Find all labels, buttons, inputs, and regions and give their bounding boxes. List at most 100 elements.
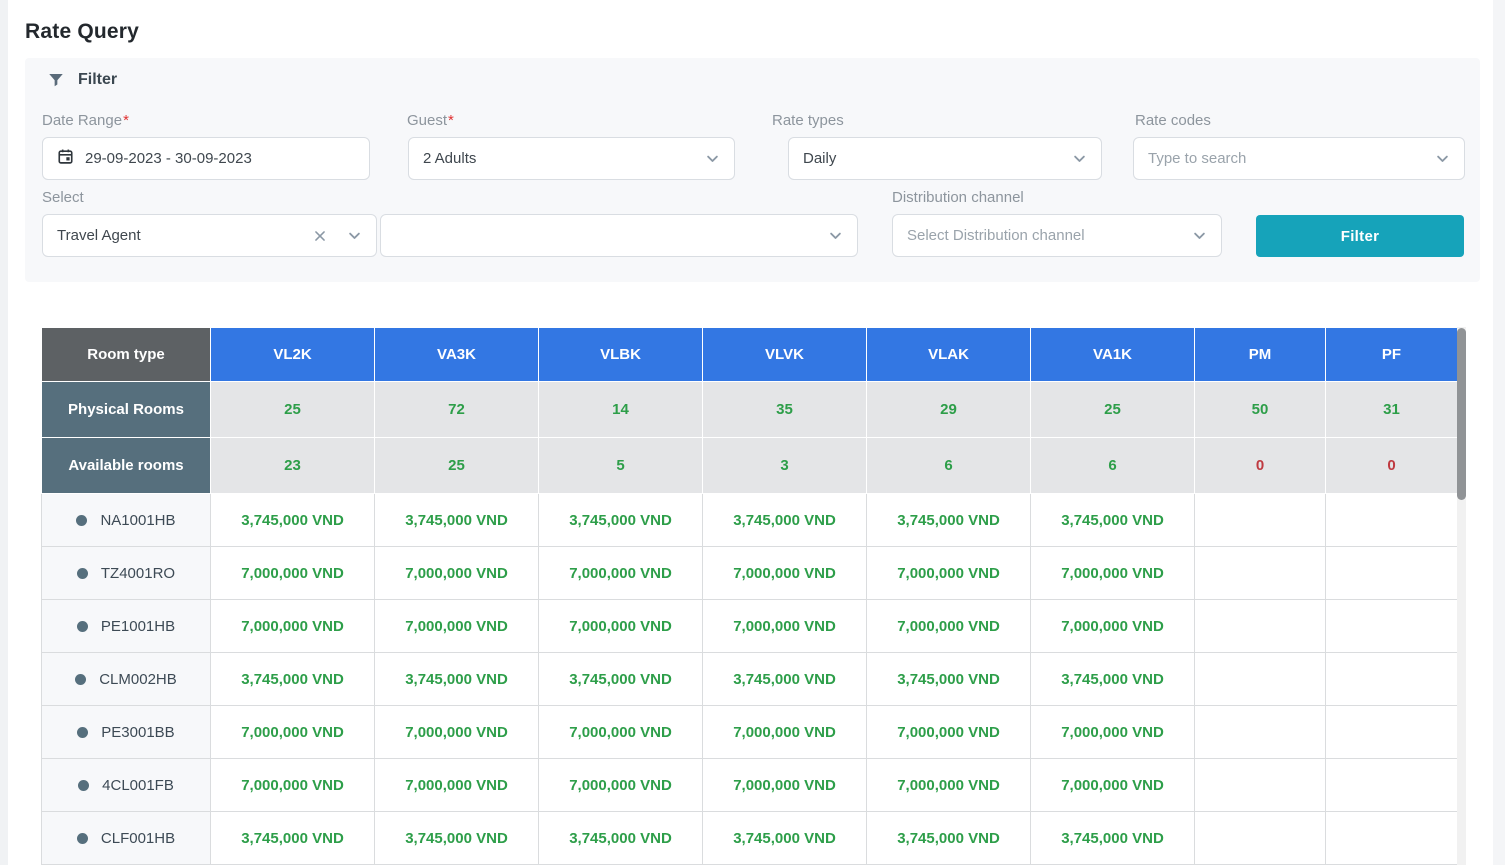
date-range-value: 29-09-2023 - 30-09-2023 (85, 150, 252, 167)
rate-price-cell: 7,000,000 VND (375, 759, 539, 812)
guest-value: 2 Adults (423, 150, 476, 167)
rate-price-cell (1195, 494, 1326, 547)
filter-button[interactable]: Filter (1256, 215, 1464, 257)
rate-code-label: NA1001HB (100, 512, 175, 529)
table-row: NA1001HB3,745,000 VND3,745,000 VND3,745,… (42, 494, 1458, 547)
rate-price-cell: 7,000,000 VND (703, 600, 867, 653)
room-count-cell: 0 (1326, 438, 1458, 494)
rate-price-cell: 3,745,000 VND (1031, 812, 1195, 865)
agent-type-value: Travel Agent (57, 227, 141, 244)
rate-codes-combobox[interactable] (1133, 137, 1465, 180)
rate-price-cell: 7,000,000 VND (867, 547, 1031, 600)
table-row: CLM002HB3,745,000 VND3,745,000 VND3,745,… (42, 653, 1458, 706)
room-count-cell: 6 (867, 438, 1031, 494)
rate-price-cell (1326, 494, 1458, 547)
column-header-vlak: VLAK (867, 328, 1031, 382)
rate-code-clf001hb[interactable]: CLF001HB (42, 812, 211, 865)
rate-code-4cl001fb[interactable]: 4CL001FB (42, 759, 211, 812)
available-rooms-label: Available rooms (42, 438, 211, 494)
rate-price-cell: 3,745,000 VND (867, 494, 1031, 547)
table-scrollbar[interactable] (1457, 327, 1466, 865)
rate-code-label: CLM002HB (99, 671, 177, 688)
rate-price-cell: 7,000,000 VND (211, 547, 375, 600)
rate-codes-search-input[interactable] (1148, 138, 1423, 179)
rate-price-cell: 7,000,000 VND (375, 706, 539, 759)
filter-funnel-icon (47, 71, 65, 89)
rate-price-cell: 7,000,000 VND (1031, 706, 1195, 759)
rate-price-cell: 3,745,000 VND (1031, 494, 1195, 547)
rate-price-cell: 7,000,000 VND (375, 547, 539, 600)
rate-price-cell: 3,745,000 VND (867, 653, 1031, 706)
filter-panel: Filter Date Range* 29-09-2023 - 30-09-20… (25, 58, 1480, 282)
rate-price-cell (1326, 759, 1458, 812)
rate-price-cell: 7,000,000 VND (1031, 759, 1195, 812)
rate-code-clm002hb[interactable]: CLM002HB (42, 653, 211, 706)
table-scrollbar-thumb[interactable] (1457, 328, 1466, 500)
chevron-down-icon (828, 228, 843, 243)
rate-price-cell: 7,000,000 VND (539, 759, 703, 812)
rate-row-dot-icon (77, 833, 88, 844)
agent-type-select[interactable]: Travel Agent (42, 214, 377, 257)
physical-rooms-label: Physical Rooms (42, 382, 211, 438)
column-header-pf: PF (1326, 328, 1458, 382)
chevron-down-icon (347, 228, 362, 243)
chevron-down-icon (1072, 151, 1087, 166)
room-count-cell: 29 (867, 382, 1031, 438)
rate-price-cell: 7,000,000 VND (539, 547, 703, 600)
secondary-select[interactable] (380, 214, 858, 257)
rate-codes-label: Rate codes (1135, 112, 1211, 129)
rate-row-dot-icon (77, 621, 88, 632)
table-row: Physical Rooms2572143529255031 (42, 382, 1458, 438)
page-left-edge (0, 0, 8, 865)
room-count-cell: 35 (703, 382, 867, 438)
column-header-vlvk: VLVK (703, 328, 867, 382)
rate-types-value: Daily (803, 150, 836, 167)
column-header-va3k: VA3K (375, 328, 539, 382)
room-count-cell: 31 (1326, 382, 1458, 438)
rate-code-pe3001bb[interactable]: PE3001BB (42, 706, 211, 759)
rate-code-tz4001ro[interactable]: TZ4001RO (42, 547, 211, 600)
date-range-field[interactable]: 29-09-2023 - 30-09-2023 (42, 137, 370, 180)
rate-price-cell: 7,000,000 VND (211, 706, 375, 759)
rate-code-label: 4CL001FB (102, 777, 174, 794)
rate-price-cell: 7,000,000 VND (1031, 547, 1195, 600)
room-count-cell: 6 (1031, 438, 1195, 494)
guest-select[interactable]: 2 Adults (408, 137, 735, 180)
rate-price-cell: 7,000,000 VND (1031, 600, 1195, 653)
rate-code-na1001hb[interactable]: NA1001HB (42, 494, 211, 547)
rate-price-cell: 3,745,000 VND (211, 653, 375, 706)
rate-price-cell: 7,000,000 VND (375, 600, 539, 653)
date-range-label: Date Range* (42, 112, 129, 129)
rate-types-label: Rate types (772, 112, 844, 129)
room-count-cell: 72 (375, 382, 539, 438)
room-count-cell: 25 (211, 382, 375, 438)
rate-price-cell: 7,000,000 VND (867, 600, 1031, 653)
rate-price-cell: 3,745,000 VND (539, 494, 703, 547)
rate-row-dot-icon (75, 674, 86, 685)
rate-types-select[interactable]: Daily (788, 137, 1102, 180)
filter-heading-label: Filter (78, 71, 117, 89)
chevron-down-icon (1435, 151, 1450, 166)
column-header-vlbk: VLBK (539, 328, 703, 382)
rate-code-label: PE1001HB (101, 618, 175, 635)
chevron-down-icon (705, 151, 720, 166)
rate-code-label: PE3001BB (101, 724, 174, 741)
distribution-channel-select[interactable] (892, 214, 1222, 257)
required-asterisk: * (448, 112, 454, 129)
rate-price-cell (1326, 547, 1458, 600)
rate-price-cell: 3,745,000 VND (703, 494, 867, 547)
table-row: 4CL001FB7,000,000 VND7,000,000 VND7,000,… (42, 759, 1458, 812)
table-row: Available rooms2325536600 (42, 438, 1458, 494)
rate-price-cell (1326, 706, 1458, 759)
rate-price-cell (1195, 547, 1326, 600)
rate-row-dot-icon (76, 515, 87, 526)
rate-price-cell: 7,000,000 VND (539, 600, 703, 653)
rate-code-pe1001hb[interactable]: PE1001HB (42, 600, 211, 653)
rate-row-dot-icon (78, 780, 89, 791)
distribution-channel-input[interactable] (907, 215, 1180, 256)
distribution-channel-label: Distribution channel (892, 189, 1024, 206)
clear-x-icon[interactable] (313, 229, 327, 243)
rate-row-dot-icon (77, 568, 88, 579)
room-count-cell: 23 (211, 438, 375, 494)
room-count-cell: 25 (375, 438, 539, 494)
